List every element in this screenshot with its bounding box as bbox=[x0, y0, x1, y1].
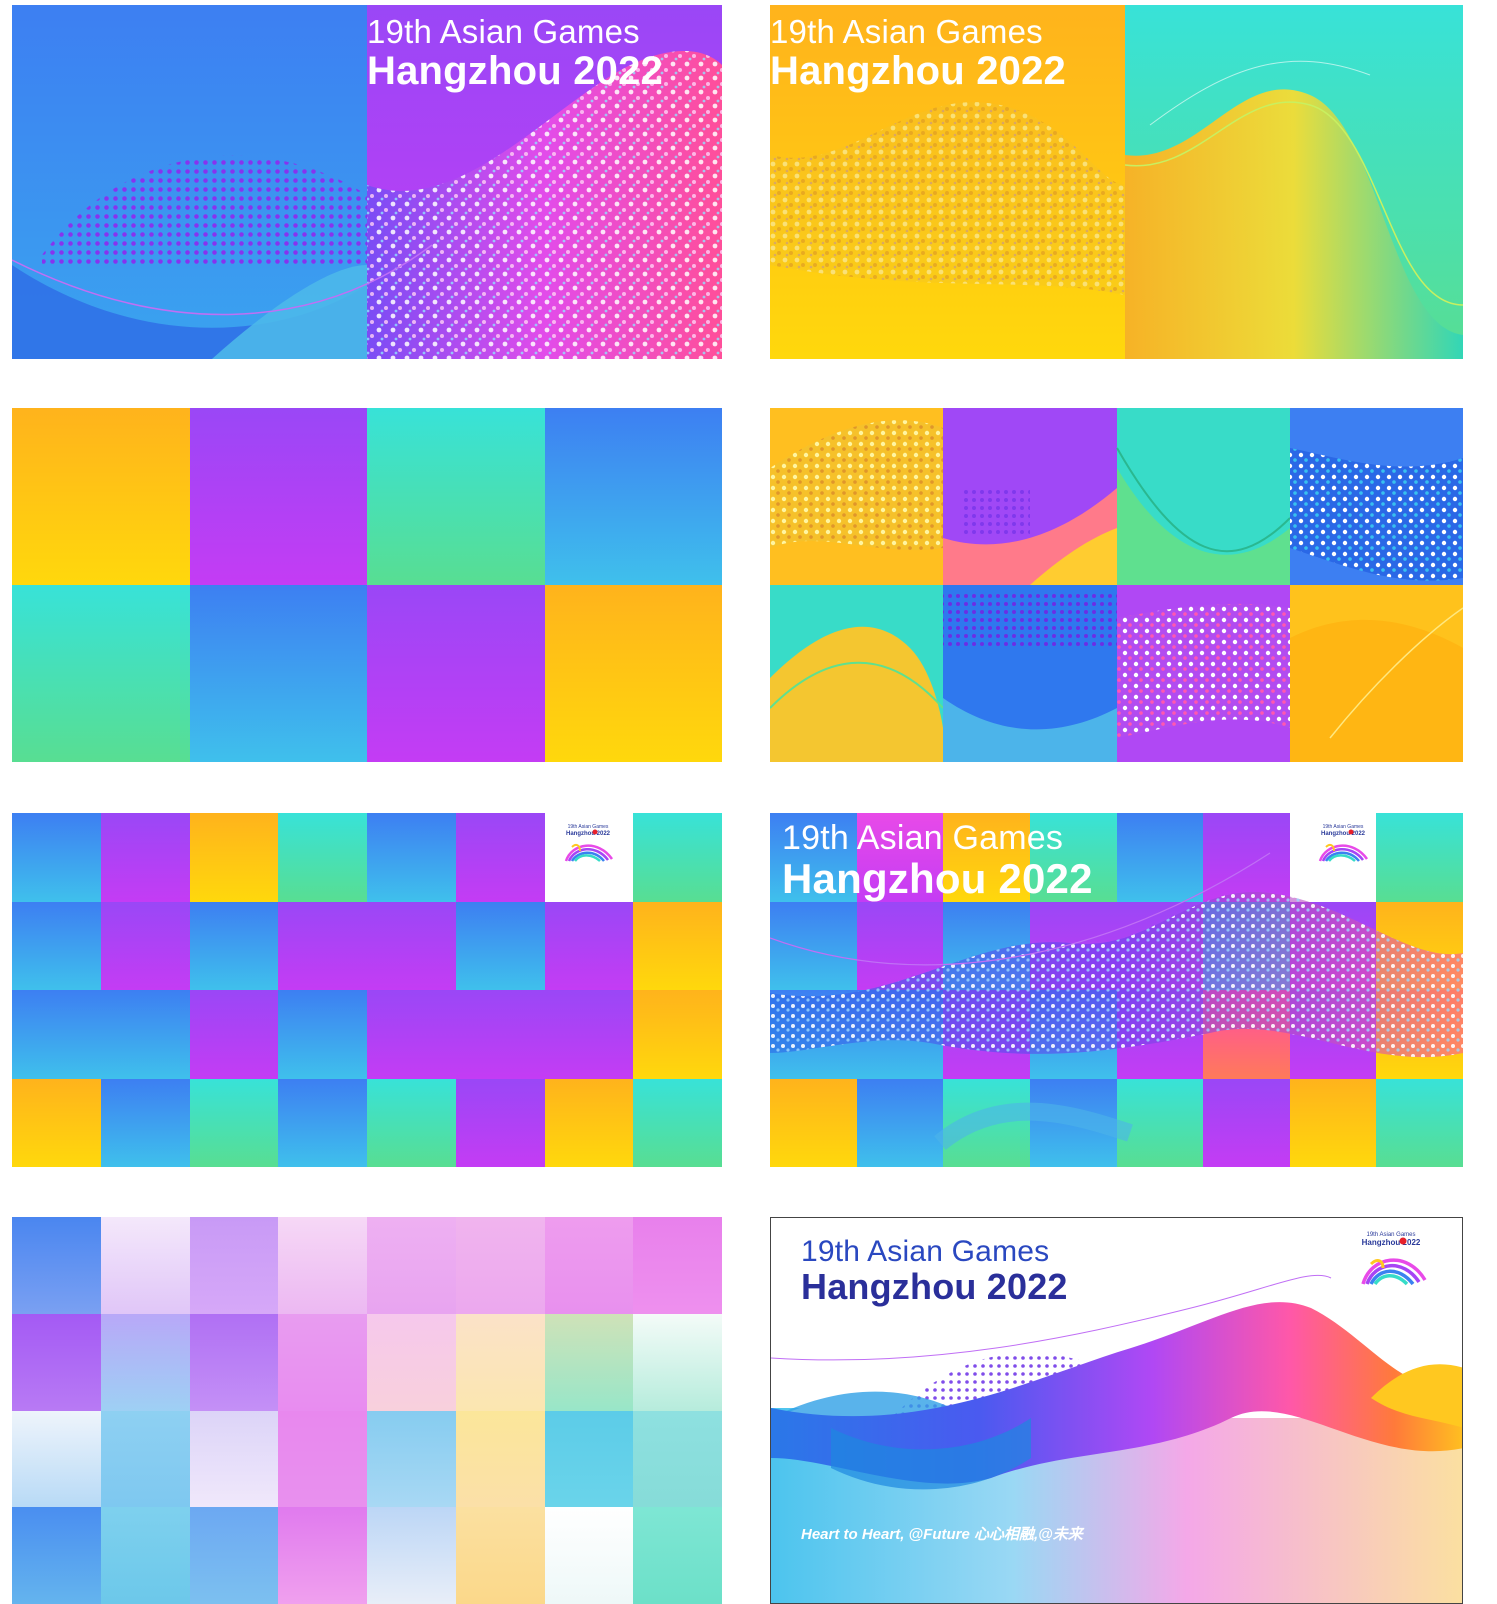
grid-cell-pastel bbox=[278, 1410, 367, 1508]
grid-cell-purple bbox=[544, 990, 634, 1079]
title-line-2: Hangzhou 2022 bbox=[367, 48, 663, 93]
grid-cell-blue bbox=[100, 990, 190, 1079]
grid-cell-pastel bbox=[633, 1313, 722, 1411]
logo-emblem-icon bbox=[1361, 1237, 1427, 1286]
grid-cell-pastel bbox=[544, 1313, 634, 1411]
panel-wave-grid-8x4: 19th Asian Games Hangzhou 2022 19th Asia… bbox=[770, 813, 1463, 1167]
title-block: 19th Asian Games Hangzhou 2022 bbox=[367, 13, 663, 93]
grid-cell-pastel bbox=[189, 1217, 279, 1314]
grid-cell-blue bbox=[278, 990, 367, 1079]
grid-cell-yellow bbox=[189, 813, 279, 902]
grid-cell-pastel bbox=[100, 1410, 190, 1508]
grid-cell-purple bbox=[100, 901, 190, 990]
grid-cell-pastel bbox=[189, 1410, 279, 1508]
title-block: 19th Asian Games Hangzhou 2022 bbox=[782, 819, 1093, 902]
grid-cell-pastel bbox=[12, 1217, 101, 1314]
grid-cell-pastel bbox=[633, 1217, 722, 1314]
grid-cell-yellow bbox=[633, 901, 722, 990]
grid-cell-pastel bbox=[12, 1410, 101, 1508]
grid-cell-blue bbox=[278, 1078, 367, 1167]
panel-pattern-grid-art bbox=[770, 408, 1463, 762]
grid-cell-pastel bbox=[367, 1217, 456, 1314]
grid-cell-pastel bbox=[12, 1313, 101, 1411]
grid-cell-pastel bbox=[189, 1313, 279, 1411]
logo-emblem-icon bbox=[564, 829, 614, 862]
grid-cell-pastel bbox=[367, 1313, 456, 1411]
title-line-1: 19th Asian Games bbox=[801, 1235, 1050, 1268]
title-line-1: 19th Asian Games bbox=[367, 13, 640, 50]
grid-cell-yellow bbox=[12, 408, 190, 585]
grid-cell-blue bbox=[12, 813, 101, 902]
panel-color-grid-8x4: 19th Asian Games Hangzhou 2022 bbox=[12, 813, 722, 1167]
grid-cell-blue bbox=[189, 901, 279, 990]
asian-games-logo: 19th Asian Games Hangzhou 2022 bbox=[558, 824, 618, 889]
grid-cell-pastel bbox=[544, 1217, 634, 1314]
grid-cell-purple bbox=[367, 990, 456, 1079]
grid-cell-pastel bbox=[367, 1507, 456, 1604]
slogan-text: Heart to Heart, @Future 心心相融,@未来 bbox=[801, 1526, 1083, 1543]
grid-cell-teal bbox=[367, 1078, 456, 1167]
grid-cell-yellow bbox=[633, 990, 722, 1079]
grid-cell-pastel bbox=[455, 1313, 545, 1411]
grid-cell-teal bbox=[278, 813, 367, 902]
grid-cell-pastel bbox=[455, 1410, 545, 1508]
grid-cell-purple bbox=[278, 901, 367, 990]
asian-games-logo: 19th Asian Games Hangzhou 2022 bbox=[1311, 824, 1375, 889]
grid-cell-teal bbox=[367, 408, 545, 585]
grid-cell-blue bbox=[455, 901, 545, 990]
panel-yellow-teal: 19th Asian Games Hangzhou 2022 bbox=[770, 5, 1463, 359]
grid-cell-blue bbox=[367, 813, 456, 902]
asian-games-logo: 19th Asian Games Hangzhou 2022 bbox=[1351, 1232, 1431, 1312]
grid-cell-pastel bbox=[12, 1507, 101, 1604]
grid-cell-purple bbox=[455, 1078, 545, 1167]
grid-cell-pastel bbox=[100, 1217, 190, 1314]
grid-cell-pastel bbox=[189, 1507, 279, 1604]
grid-cell-pastel bbox=[100, 1313, 190, 1411]
grid-cell-pastel bbox=[278, 1313, 367, 1411]
logo-emblem-icon bbox=[1318, 829, 1369, 862]
grid-cell-pastel bbox=[544, 1410, 634, 1508]
grid-cell-pastel bbox=[633, 1410, 722, 1508]
grid-cell-yellow bbox=[12, 1078, 101, 1167]
grid-cell-pastel bbox=[544, 1507, 634, 1604]
panel-pastel-grid bbox=[12, 1217, 722, 1604]
panel-pattern-grid-4x2 bbox=[770, 408, 1463, 762]
grid-cell-pastel bbox=[455, 1217, 545, 1314]
grid-cell-pastel bbox=[278, 1507, 367, 1604]
title-line-2: Hangzhou 2022 bbox=[801, 1265, 1068, 1307]
grid-cell-blue bbox=[12, 990, 101, 1079]
grid-cell-teal bbox=[633, 813, 722, 902]
title-block: 19th Asian Games Hangzhou 2022 bbox=[770, 13, 1066, 93]
grid-cell-purple bbox=[455, 813, 545, 902]
title-line-2: Hangzhou 2022 bbox=[782, 854, 1093, 902]
grid-cell-purple bbox=[189, 408, 367, 585]
grid-cell-teal bbox=[633, 1078, 722, 1167]
title-line-2: Hangzhou 2022 bbox=[770, 48, 1066, 93]
grid-cell-teal bbox=[12, 585, 190, 762]
title-block: 19th Asian Games Hangzhou 2022 bbox=[801, 1236, 1068, 1305]
panel-color-grid-4x2 bbox=[12, 408, 722, 762]
grid-cell-blue bbox=[12, 901, 101, 990]
grid-cell-blue bbox=[544, 408, 722, 585]
grid-cell-pastel bbox=[455, 1507, 545, 1604]
grid-cell-yellow bbox=[544, 1078, 634, 1167]
grid-cell-yellow bbox=[544, 585, 722, 762]
title-line-1: 19th Asian Games bbox=[782, 819, 1064, 857]
grid-cell-purple bbox=[100, 813, 190, 902]
grid-cell-purple bbox=[189, 990, 279, 1079]
grid-cell-purple bbox=[455, 990, 545, 1079]
grid-cell-pastel bbox=[367, 1410, 456, 1508]
grid-cell-purple bbox=[367, 585, 545, 762]
grid-cell-blue bbox=[189, 585, 367, 762]
title-line-1: 19th Asian Games bbox=[770, 13, 1043, 50]
grid-cell-pastel bbox=[633, 1507, 722, 1604]
panel-blue-purple: 19th Asian Games Hangzhou 2022 bbox=[12, 5, 722, 359]
grid-cell-pastel bbox=[278, 1217, 367, 1314]
grid-cell-purple bbox=[367, 901, 456, 990]
grid-cell-purple bbox=[544, 901, 634, 990]
panel-poster: 19th Asian Games Hangzhou 2022 19th Asia… bbox=[770, 1217, 1463, 1604]
grid-cell-blue bbox=[100, 1078, 190, 1167]
grid-cell-teal bbox=[189, 1078, 279, 1167]
grid-cell-pastel bbox=[100, 1507, 190, 1604]
